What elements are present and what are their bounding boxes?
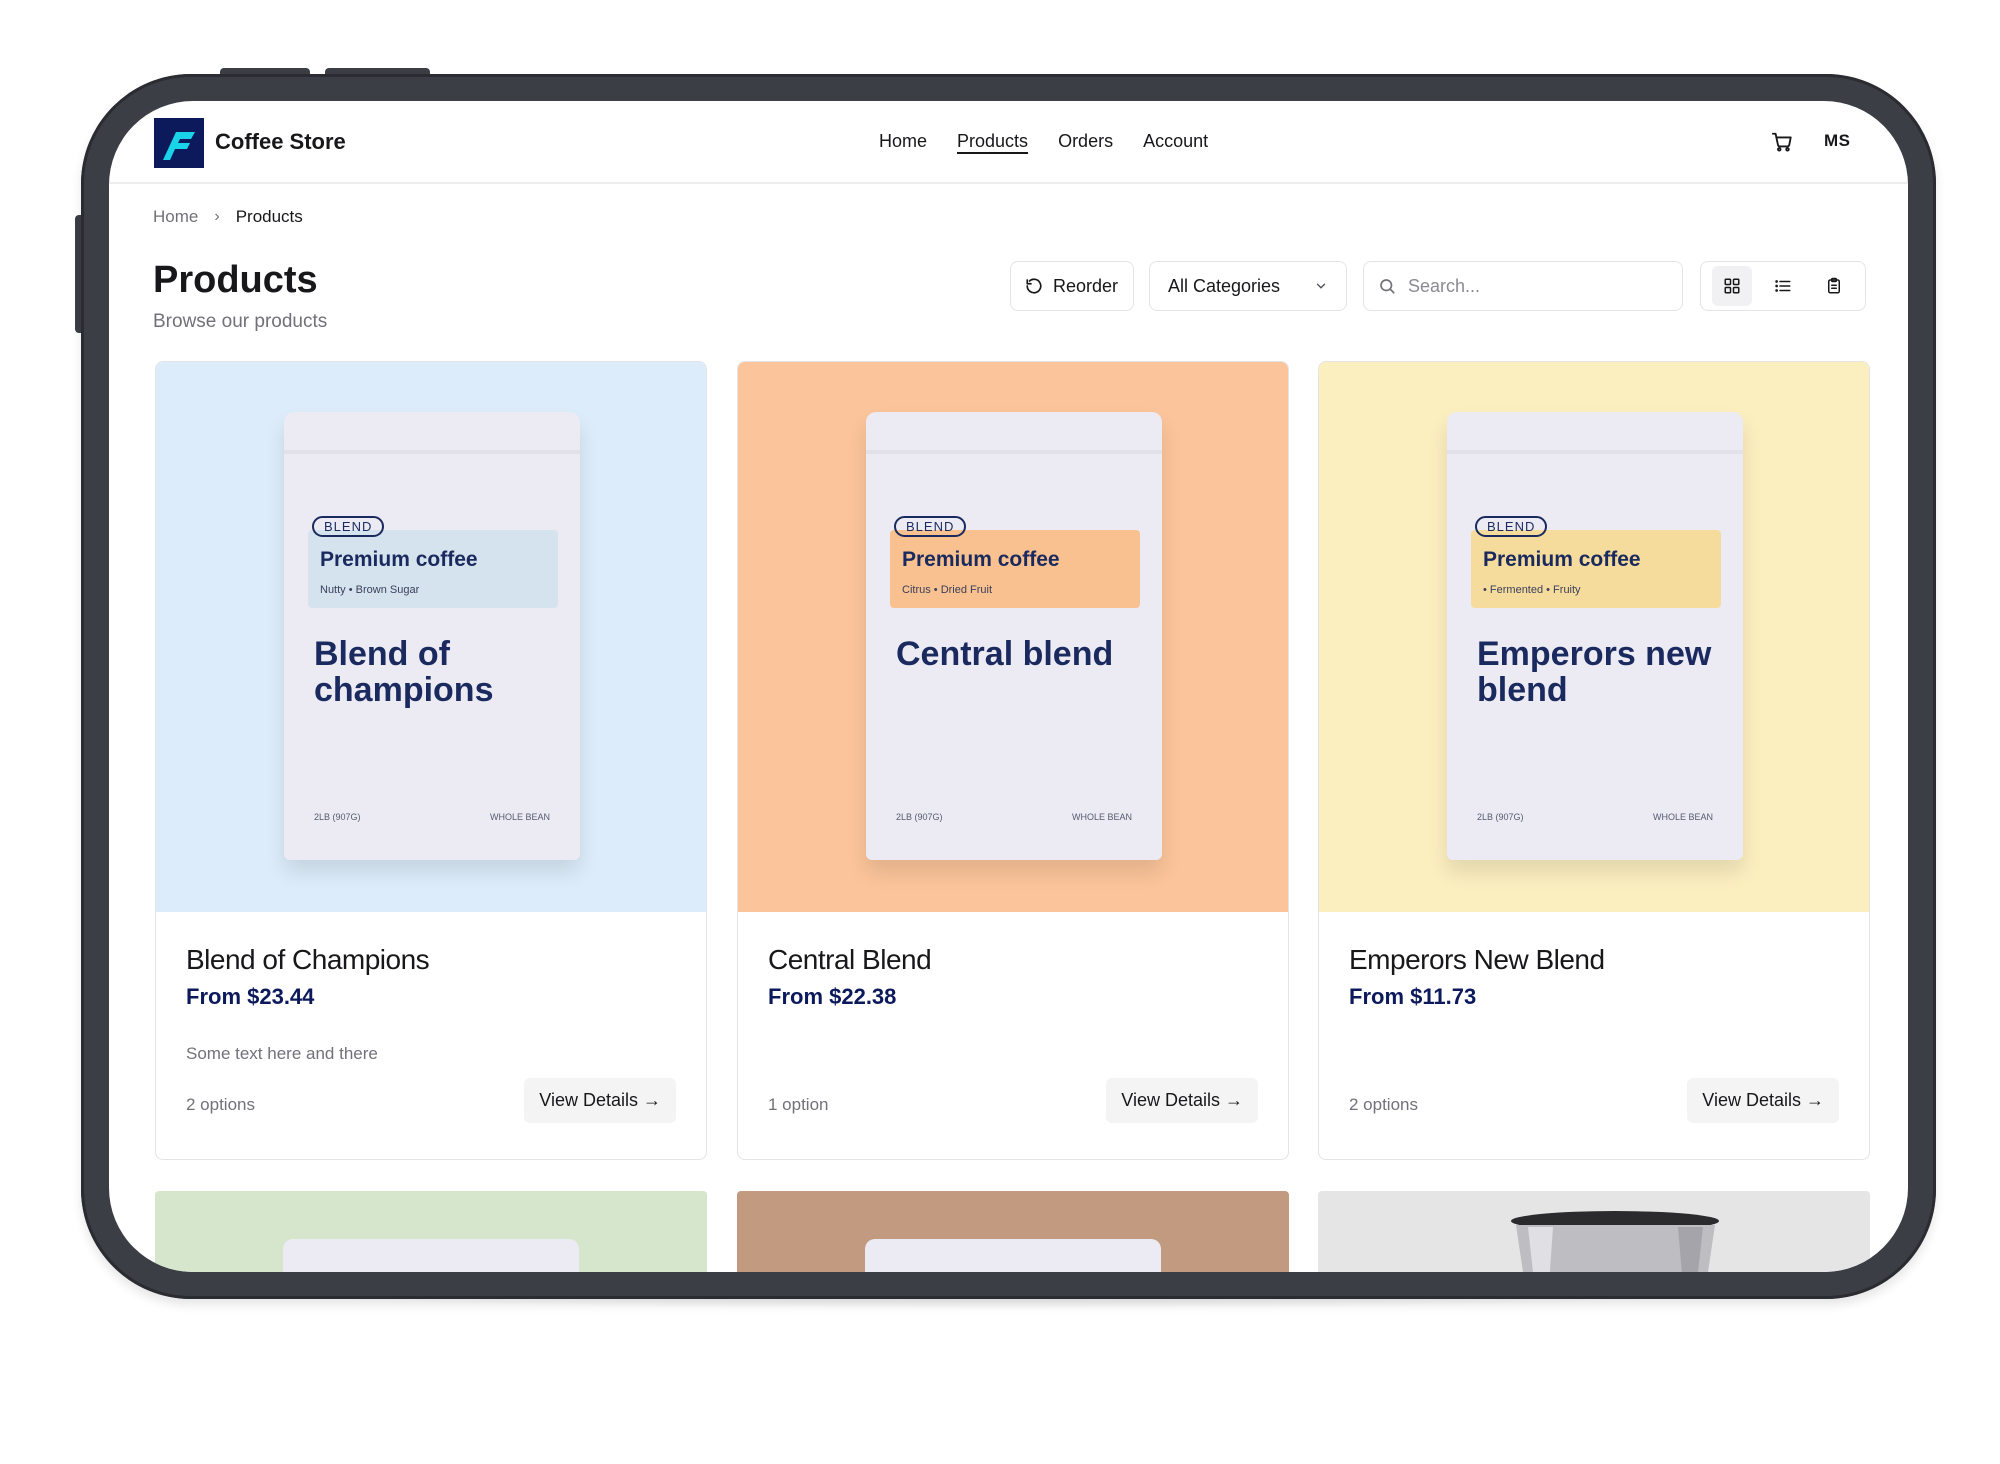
chevron-right-icon: › xyxy=(214,208,220,225)
view-details-button[interactable]: View Details → xyxy=(1687,1078,1839,1123)
bag-name: Blend of champions xyxy=(314,635,494,709)
view-details-button[interactable]: View Details → xyxy=(524,1078,676,1123)
breadcrumb-current: Products xyxy=(235,207,303,226)
reorder-label: Reorder xyxy=(1053,275,1119,296)
coffee-bag-image xyxy=(283,1239,579,1272)
bag-tag: BLEND xyxy=(1475,516,1548,537)
product-image: BLEND Premium coffee • Fermented • Fruit… xyxy=(1319,362,1869,912)
bag-weight: 2LB (907G) xyxy=(1477,812,1524,822)
bag-notes: Nutty • Brown Sugar xyxy=(320,584,420,596)
product-card-partial[interactable] xyxy=(155,1191,707,1272)
cart-icon[interactable] xyxy=(1771,131,1793,153)
bag-tag: BLEND xyxy=(312,516,385,537)
bag-type: WHOLE BEAN xyxy=(489,812,550,822)
clipboard-icon xyxy=(1827,277,1840,294)
product-name[interactable]: Blend of Champions xyxy=(186,944,430,976)
bag-type: WHOLE BEAN xyxy=(1652,812,1713,822)
nav-orders[interactable]: Orders xyxy=(1058,131,1113,152)
chevron-down-icon xyxy=(1316,283,1326,289)
list-icon xyxy=(1775,280,1791,292)
coffee-bag-image: BLEND Premium coffee • Fermented • Fruit… xyxy=(1447,412,1743,860)
coffee-grinder-image xyxy=(1511,1211,1719,1272)
grid-view-button[interactable] xyxy=(1712,266,1753,306)
bag-name: Central blend xyxy=(896,635,1114,673)
reorder-button[interactable]: Reorder xyxy=(1010,261,1134,311)
coffee-bag-image: BLEND Premium coffee Nutty • Brown Sugar… xyxy=(284,412,580,860)
coffee-bag-image: BLEND Premium coffee Citrus • Dried Frui… xyxy=(866,412,1162,860)
bag-type: WHOLE BEAN xyxy=(1071,812,1132,822)
product-card[interactable]: BLEND Premium coffee Citrus • Dried Frui… xyxy=(737,361,1289,1160)
category-selected: All Categories xyxy=(1168,275,1281,296)
refresh-icon xyxy=(1026,278,1042,294)
bag-notes: • Fermented • Fruity xyxy=(1483,584,1581,596)
clipboard-view-button[interactable] xyxy=(1814,266,1854,306)
product-card[interactable]: BLEND Premium coffee Nutty • Brown Sugar… xyxy=(155,361,707,1160)
product-description: Some text here and there xyxy=(186,1044,378,1063)
product-price: From $22.38 xyxy=(768,984,897,1009)
bag-name: Emperors new blend xyxy=(1477,635,1712,709)
product-price: From $23.44 xyxy=(186,984,315,1009)
product-name[interactable]: Central Blend xyxy=(768,944,932,976)
app-screen: Coffee Store Home Products Orders Accoun… xyxy=(109,101,1908,1272)
product-card[interactable]: BLEND Premium coffee • Fermented • Fruit… xyxy=(1318,361,1870,1160)
bag-tag: BLEND xyxy=(894,516,967,537)
bag-label: Premium coffee xyxy=(902,548,1060,571)
user-avatar[interactable]: MS xyxy=(1824,131,1851,151)
product-card-partial[interactable] xyxy=(1318,1191,1870,1272)
product-price: From $11.73 xyxy=(1349,984,1477,1009)
brand-name[interactable]: Coffee Store xyxy=(215,129,346,155)
view-details-button[interactable]: View Details → xyxy=(1106,1078,1258,1123)
product-name[interactable]: Emperors New Blend xyxy=(1349,944,1605,976)
product-image: BLEND Premium coffee Citrus • Dried Frui… xyxy=(738,362,1288,912)
main-nav: Home Products Orders Account xyxy=(879,131,1208,152)
grid-icon xyxy=(1724,278,1740,294)
bag-weight: 2LB (907G) xyxy=(896,812,943,822)
page-subtitle: Browse our products xyxy=(153,311,328,332)
product-card-partial[interactable] xyxy=(737,1191,1289,1272)
breadcrumb-home[interactable]: Home xyxy=(153,207,198,227)
view-toggle xyxy=(1700,261,1866,311)
nav-home[interactable]: Home xyxy=(879,131,927,152)
coffee-bag-image xyxy=(865,1239,1161,1272)
page-title: Products xyxy=(153,259,318,301)
category-select[interactable]: All Categories xyxy=(1149,261,1347,311)
brand-logo-icon[interactable] xyxy=(154,118,204,168)
top-header: Coffee Store Home Products Orders Accoun… xyxy=(109,101,1908,184)
bag-weight: 2LB (907G) xyxy=(314,812,361,822)
product-options: 1 option xyxy=(768,1095,829,1114)
search-field[interactable]: Search... xyxy=(1363,261,1683,311)
product-options: 2 options xyxy=(186,1095,255,1114)
search-icon xyxy=(1380,279,1395,294)
bag-label: Premium coffee xyxy=(320,548,478,571)
product-options: 2 options xyxy=(1349,1095,1418,1114)
product-image: BLEND Premium coffee Nutty • Brown Sugar… xyxy=(156,362,706,912)
nav-account[interactable]: Account xyxy=(1143,131,1208,152)
nav-products[interactable]: Products xyxy=(957,131,1028,152)
bag-label: Premium coffee xyxy=(1483,548,1641,571)
bag-notes: Citrus • Dried Fruit xyxy=(902,584,993,596)
search-input[interactable]: Search... xyxy=(1408,276,1480,297)
breadcrumb: Home › Products xyxy=(153,207,303,227)
list-view-button[interactable] xyxy=(1763,266,1803,306)
